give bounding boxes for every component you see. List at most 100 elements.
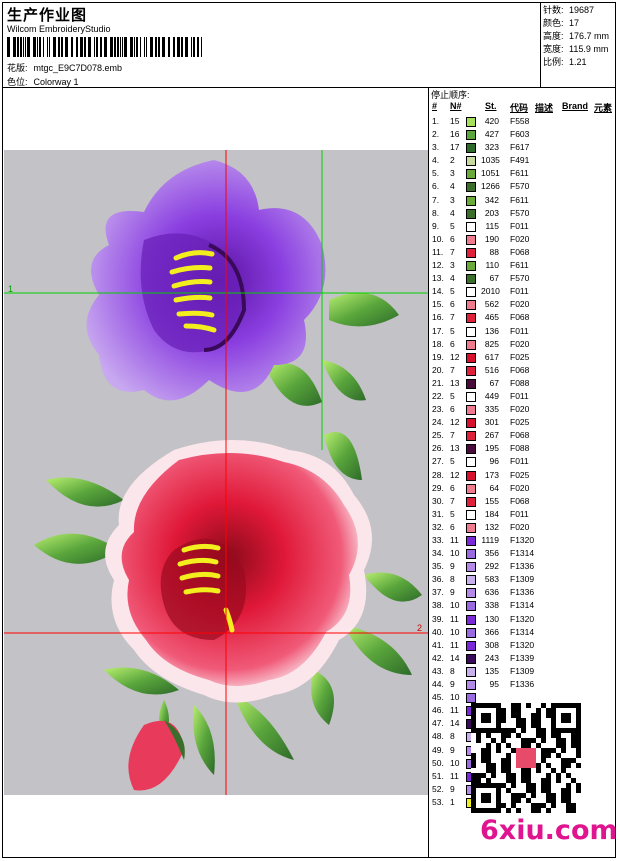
- row-index: 5.: [432, 168, 440, 179]
- row-index: 11.: [432, 246, 444, 257]
- list-item[interactable]: 30. 7 155 F068: [431, 495, 617, 508]
- list-item[interactable]: 43. 8 135 F1309: [431, 665, 617, 678]
- row-index: 13.: [432, 273, 444, 284]
- list-item[interactable]: 40. 10 366 F1314: [431, 626, 617, 639]
- row-code: F558: [510, 116, 530, 126]
- stat-height-value: 176.7 mm: [569, 31, 610, 41]
- color-swatch: [466, 326, 476, 337]
- list-item[interactable]: 38. 10 338 F1314: [431, 599, 617, 612]
- list-item[interactable]: 42. 14 243 F1339: [431, 652, 617, 665]
- file-name: mtgc_E9C7D078.emb: [33, 63, 123, 73]
- list-item[interactable]: 36. 8 583 F1309: [431, 573, 617, 586]
- list-item[interactable]: 39. 11 130 F1320: [431, 613, 617, 626]
- col-index: #: [432, 101, 438, 111]
- list-item[interactable]: 11. 7 88 F068: [431, 246, 617, 259]
- row-needle: 5: [450, 286, 455, 297]
- list-item[interactable]: 35. 9 292 F1336: [431, 560, 617, 573]
- color-swatch: [466, 431, 476, 442]
- row-needle: 4: [450, 207, 455, 218]
- list-item[interactable]: 17. 5 136 F011: [431, 325, 617, 338]
- row-stitches: 636: [484, 587, 499, 598]
- list-item[interactable]: 24. 12 301 F025: [431, 416, 617, 429]
- list-item[interactable]: 12. 3 110 F611: [431, 259, 617, 272]
- list-item[interactable]: 10. 6 190 F020: [431, 233, 617, 246]
- color-swatch: [466, 156, 476, 167]
- row-needle: 9: [450, 744, 455, 755]
- row-code: F020: [510, 521, 530, 532]
- design-preview[interactable]: 1 2: [4, 150, 428, 795]
- color-swatch: [466, 130, 476, 141]
- list-item[interactable]: 21. 13 67 F088: [431, 377, 617, 390]
- row-needle: 3: [450, 168, 455, 179]
- list-item[interactable]: 22. 5 449 F011: [431, 390, 617, 403]
- row-stitches: 323: [484, 142, 499, 153]
- list-item[interactable]: 33. 11 1119 F1320: [431, 534, 617, 547]
- row-needle: 10: [450, 757, 460, 768]
- list-item[interactable]: 16. 7 465 F068: [431, 311, 617, 324]
- list-item[interactable]: 26. 13 195 F088: [431, 442, 617, 455]
- list-divider: [428, 87, 429, 858]
- row-needle: 12: [450, 417, 460, 428]
- row-stitches: 1035: [481, 155, 500, 166]
- list-item[interactable]: 32. 6 132 F020: [431, 521, 617, 534]
- row-index: 36.: [432, 574, 444, 585]
- row-index: 53.: [432, 796, 444, 807]
- list-item[interactable]: 8. 4 203 F570: [431, 207, 617, 220]
- list-item[interactable]: 7. 3 342 F611: [431, 194, 617, 207]
- row-stitches: 301: [484, 417, 499, 428]
- list-item[interactable]: 3. 17 323 F617: [431, 141, 617, 154]
- row-code: F1309: [510, 574, 535, 585]
- row-code: F068: [510, 364, 530, 375]
- col-stitches: St.: [485, 101, 497, 111]
- list-item[interactable]: 2. 16 427 F603: [431, 128, 617, 141]
- embroidery-artwork: [4, 150, 428, 795]
- row-code: F011: [510, 508, 529, 519]
- list-item[interactable]: 31. 5 184 F011: [431, 508, 617, 521]
- row-index: 6.: [432, 181, 440, 192]
- list-item[interactable]: 1. 15 420 F558: [431, 115, 617, 128]
- colorway-label: 色位:: [7, 77, 28, 87]
- row-index: 34.: [432, 548, 444, 559]
- row-index: 21.: [432, 377, 444, 388]
- list-item[interactable]: 4. 2 1035 F491: [431, 154, 617, 167]
- row-needle: 8: [450, 731, 455, 742]
- list-item[interactable]: 37. 9 636 F1336: [431, 586, 617, 599]
- list-item[interactable]: 23. 6 335 F020: [431, 403, 617, 416]
- color-swatch: [466, 601, 476, 612]
- list-item[interactable]: 15. 6 562 F020: [431, 298, 617, 311]
- color-swatch: [466, 378, 476, 389]
- guide-marker-1: 1: [8, 284, 14, 294]
- list-item[interactable]: 9. 5 115 F011: [431, 220, 617, 233]
- list-item[interactable]: 29. 6 64 F020: [431, 482, 617, 495]
- list-item[interactable]: 27. 5 96 F011: [431, 455, 617, 468]
- row-stitches: 356: [484, 548, 499, 559]
- list-item[interactable]: 5. 3 1051 F611: [431, 167, 617, 180]
- row-stitches: 115: [485, 220, 499, 231]
- row-index: 2.: [432, 129, 440, 140]
- row-index: 8.: [432, 207, 440, 218]
- row-index: 17.: [432, 325, 444, 336]
- page-title: 生产作业图: [7, 7, 88, 24]
- col-desc: 描述: [535, 103, 554, 113]
- row-needle: 5: [450, 390, 455, 401]
- list-item[interactable]: 18. 6 825 F020: [431, 338, 617, 351]
- list-item[interactable]: 25. 7 267 F068: [431, 429, 617, 442]
- row-stitches: 267: [484, 430, 499, 441]
- list-item[interactable]: 20. 7 516 F068: [431, 364, 617, 377]
- row-index: 44.: [432, 679, 444, 690]
- list-item[interactable]: 6. 4 1266 F570: [431, 180, 617, 193]
- list-item[interactable]: 28. 12 173 F025: [431, 469, 617, 482]
- list-item[interactable]: 19. 12 617 F025: [431, 351, 617, 364]
- row-stitches: 135: [484, 665, 499, 676]
- col-code: 代码: [510, 103, 529, 113]
- color-swatch: [466, 405, 476, 416]
- color-swatch: [466, 470, 476, 481]
- list-item[interactable]: 34. 10 356 F1314: [431, 547, 617, 560]
- list-item[interactable]: 13. 4 67 F570: [431, 272, 617, 285]
- row-code: F1320: [510, 639, 535, 650]
- list-item[interactable]: 44. 9 95 F1336: [431, 678, 617, 691]
- color-swatch: [466, 483, 476, 494]
- row-index: 15.: [432, 299, 444, 310]
- list-item[interactable]: 41. 11 308 F1320: [431, 639, 617, 652]
- list-item[interactable]: 14. 5 2010 F011: [431, 285, 617, 298]
